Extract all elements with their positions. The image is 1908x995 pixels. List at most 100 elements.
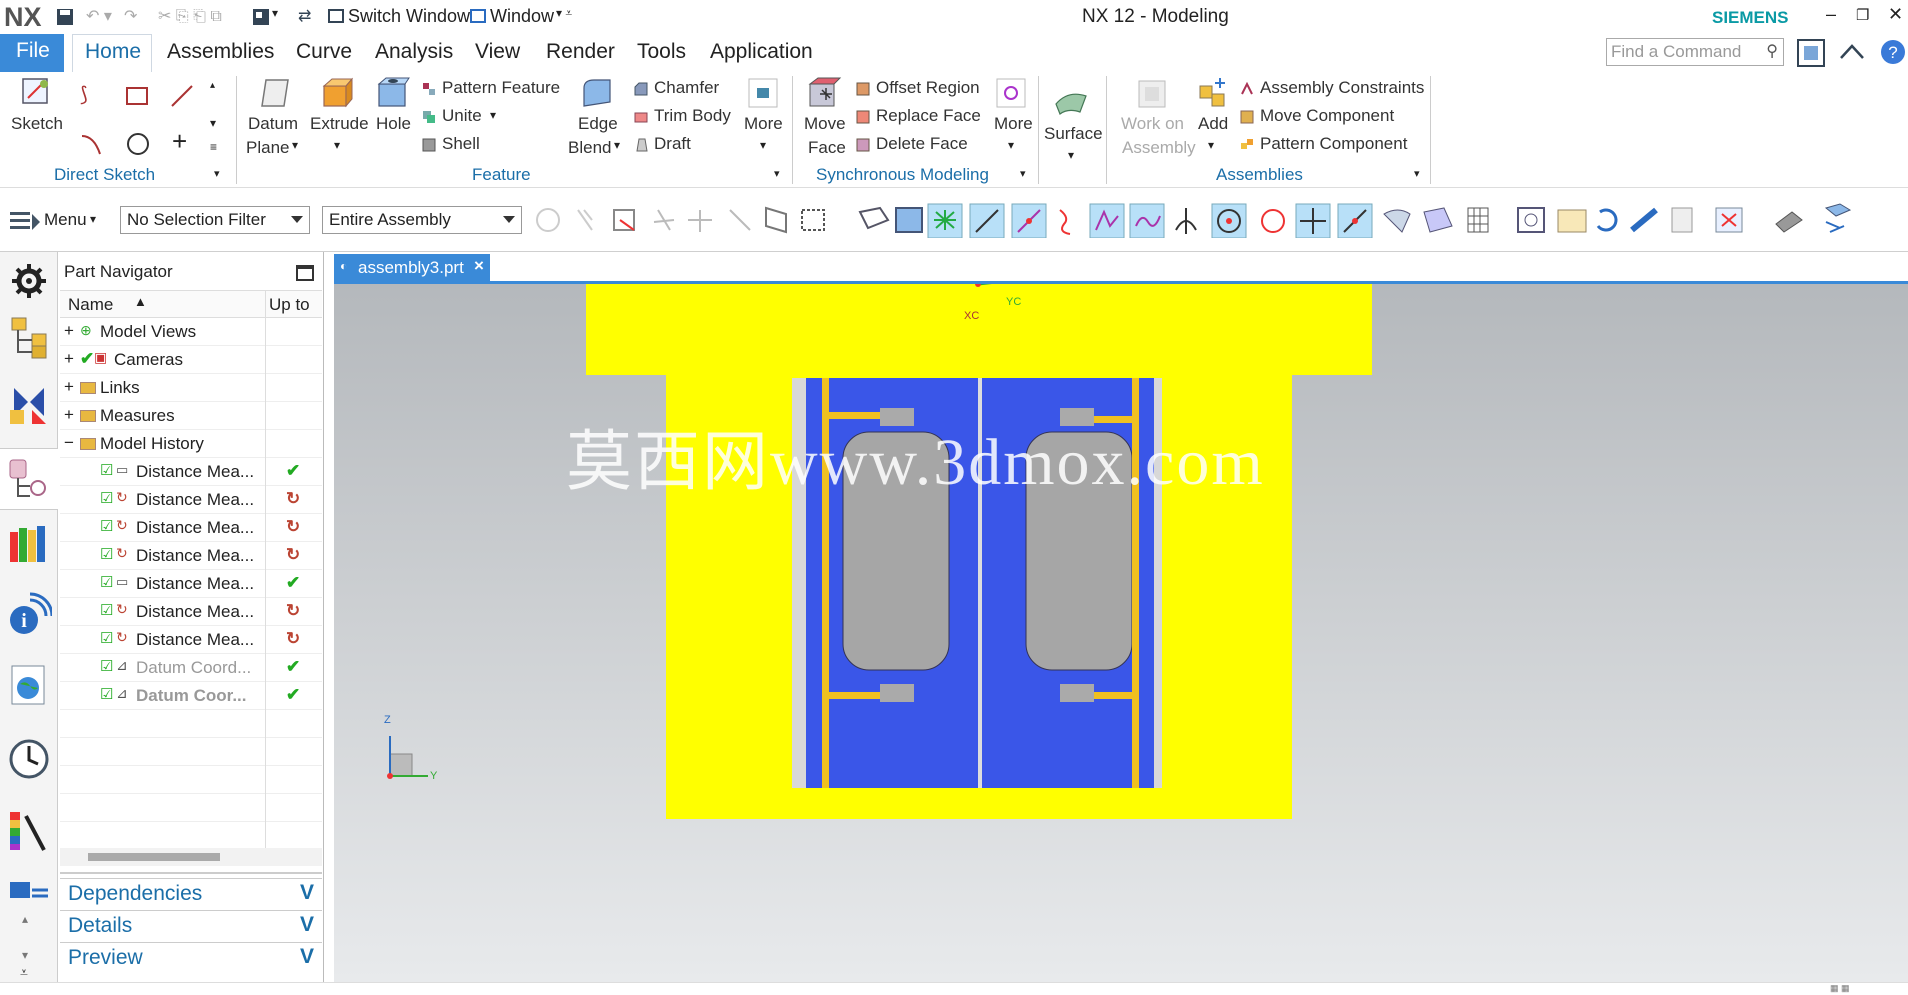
collapse-ribbon-icon[interactable]	[1838, 40, 1866, 64]
group-expand-icon[interactable]: ▾	[1414, 167, 1420, 180]
gear-icon[interactable]	[6, 258, 52, 304]
horizontal-scrollbar[interactable]	[60, 848, 322, 866]
move-face-label-2[interactable]: Face	[808, 138, 846, 158]
status-icons[interactable]: ▦ ▦	[1830, 983, 1850, 994]
scroll-down-icon[interactable]: ▾	[22, 948, 28, 962]
sketch-button[interactable]: Sketch	[11, 114, 63, 134]
move-face-label-1[interactable]: Move	[804, 114, 846, 134]
delete-face-button[interactable]: Delete Face	[876, 134, 968, 154]
datum-plane-icon[interactable]	[258, 76, 292, 110]
checkbox-update-icon[interactable]: ☑	[100, 517, 113, 535]
point-icon[interactable]: +	[172, 126, 187, 157]
shell-button[interactable]: Shell	[442, 134, 480, 154]
tree-row-model-views[interactable]: + ⊕ Model Views	[60, 318, 322, 346]
arc-icon[interactable]	[80, 132, 104, 156]
switch-window-button[interactable]: Switch Window	[348, 6, 470, 27]
hole-icon[interactable]	[376, 76, 410, 110]
tree-row-distance-measure[interactable]: ☑ ↻ Distance Mea... ↻	[60, 626, 322, 654]
document-tab[interactable]: ◐ assembly3.prt ×	[334, 254, 490, 282]
sketch-icon[interactable]	[20, 76, 54, 110]
checkbox-checked-icon[interactable]: ☑	[100, 573, 113, 591]
sort-ascending-icon[interactable]: ▲	[134, 294, 147, 309]
window-menu[interactable]: Window	[490, 6, 554, 27]
checkbox-checked-icon[interactable]: ☑	[100, 461, 113, 479]
line-icon[interactable]	[170, 84, 194, 108]
checkbox-update-icon[interactable]: ☑	[100, 545, 113, 563]
trim-body-button[interactable]: Trim Body	[654, 106, 731, 126]
close-button[interactable]: ✕	[1888, 4, 1903, 25]
reuse-library-icon[interactable]	[6, 520, 52, 566]
chevron-down-icon[interactable]: V	[300, 881, 314, 905]
collapse-icon[interactable]: −	[64, 433, 74, 453]
chevron-down-icon[interactable]: ▾	[1008, 138, 1014, 152]
expand-icon[interactable]: +	[64, 405, 74, 425]
search-icon[interactable]: ⚲	[1766, 41, 1778, 61]
web-browser-icon[interactable]	[6, 662, 52, 708]
tree-row-model-history[interactable]: − Model History	[60, 430, 322, 458]
checkbox-checked-icon[interactable]: ☑	[100, 685, 113, 703]
chevron-down-icon[interactable]: ▾	[490, 108, 496, 122]
graphics-window[interactable]: ◐ assembly3.prt × 莫西网www.3dmox.com XC YC…	[334, 252, 1908, 982]
model-view[interactable]: 莫西网www.3dmox.com	[334, 284, 1908, 982]
checkbox-update-icon[interactable]: ☑	[100, 629, 113, 647]
tree-row-datum-coordinate-system[interactable]: ☑ ⊿ Datum Coor... ✔	[60, 682, 322, 710]
visualization-icon[interactable]	[6, 808, 52, 854]
edge-blend-label-2[interactable]: Blend	[568, 138, 611, 158]
redo-icon[interactable]: ↷	[124, 6, 137, 26]
part-navigator-icon[interactable]	[6, 456, 52, 502]
pattern-component-button[interactable]: Pattern Component	[1260, 134, 1407, 154]
profile-icon[interactable]: ⟆	[80, 82, 88, 107]
column-divider[interactable]	[265, 291, 266, 319]
menu-button[interactable]: Menu	[44, 210, 87, 230]
extrude-icon[interactable]	[320, 76, 354, 110]
move-face-icon[interactable]	[806, 76, 842, 112]
tree-row-measures[interactable]: + Measures	[60, 402, 322, 430]
roles-icon[interactable]	[6, 876, 52, 922]
assembly-navigator-icon[interactable]	[6, 314, 52, 360]
scope-dropdown[interactable]: Entire Assembly	[322, 206, 522, 234]
dependencies-panel-header[interactable]: Dependencies V	[60, 878, 322, 908]
splitter[interactable]	[60, 872, 322, 874]
chamfer-button[interactable]: Chamfer	[654, 78, 719, 98]
save-icon[interactable]	[56, 8, 74, 26]
tree-row-datum-coordinate-system[interactable]: ☑ ⊿ Datum Coord... ✔	[60, 654, 322, 682]
tree-row-distance-measure[interactable]: ☑ ↻ Distance Mea... ↻	[60, 542, 322, 570]
group-expand-icon[interactable]: ▾	[774, 167, 780, 180]
chevron-down-icon[interactable]: ▾	[272, 6, 278, 20]
tree-row-cameras[interactable]: + ✔ ▣ Cameras	[60, 346, 322, 374]
close-tab-icon[interactable]: ×	[474, 256, 484, 276]
more-feature-button[interactable]: More	[744, 114, 783, 134]
column-header-upto[interactable]: Up to	[269, 295, 310, 315]
tab-file[interactable]: File	[0, 34, 64, 72]
tree-row-distance-measure[interactable]: ☑ ↻ Distance Mea... ↻	[60, 486, 322, 514]
edge-blend-icon[interactable]	[580, 76, 614, 110]
chevron-down-icon[interactable]: ▾	[210, 116, 216, 130]
chevron-down-icon[interactable]: V	[300, 913, 314, 937]
tab-curve[interactable]: Curve	[296, 40, 352, 64]
replace-face-button[interactable]: Replace Face	[876, 106, 981, 126]
rectangle-icon[interactable]	[125, 86, 149, 106]
group-expand-icon[interactable]: ▾	[214, 167, 220, 180]
extrude-button[interactable]: Extrude	[310, 114, 369, 134]
column-header-name[interactable]: Name	[68, 295, 113, 315]
tab-assemblies[interactable]: Assemblies	[167, 40, 274, 64]
pattern-feature-button[interactable]: Pattern Feature	[442, 78, 560, 98]
tab-application[interactable]: Application	[710, 40, 813, 64]
more-feature-icon[interactable]	[748, 78, 778, 108]
minimize-button[interactable]: –	[1826, 4, 1836, 25]
draft-button[interactable]: Draft	[654, 134, 691, 154]
tree-row-distance-measure[interactable]: ☑ ▭ Distance Mea... ✔	[60, 570, 322, 598]
details-panel-header[interactable]: Details V	[60, 910, 322, 940]
checkbox-update-icon[interactable]: ☑	[100, 489, 113, 507]
find-command-input[interactable]: Find a Command	[1611, 42, 1741, 62]
tab-home[interactable]: Home	[85, 40, 141, 64]
circle-icon[interactable]	[126, 132, 150, 156]
touch-mode-icon[interactable]: ⇄	[298, 6, 311, 26]
window-options-icon[interactable]	[252, 8, 270, 26]
chevron-down-icon[interactable]: ▾	[90, 212, 96, 226]
customize-icon[interactable]: ⩡	[20, 964, 28, 981]
history-clock-icon[interactable]	[6, 736, 52, 782]
surface-button[interactable]: Surface	[1044, 124, 1103, 144]
chevron-down-icon[interactable]: ▾ ⩡	[556, 6, 572, 21]
clipboard-icons[interactable]: ✂ ⎘ ⎗ ⧉	[158, 6, 222, 26]
